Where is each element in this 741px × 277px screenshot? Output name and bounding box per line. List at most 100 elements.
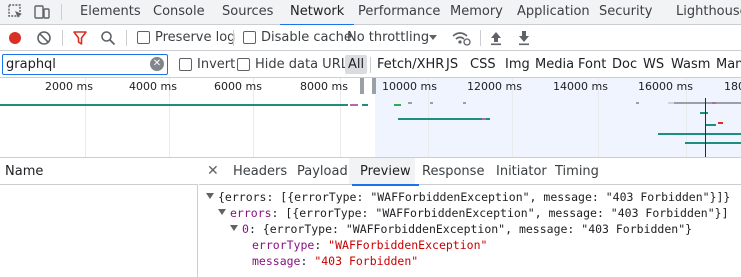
name-column-label: Name [5,164,44,179]
devtools-tab-bar: Elements Console Sources Network Perform… [0,0,741,26]
inspect-element-icon[interactable] [7,3,25,21]
type-filter-media[interactable]: Media [535,55,574,74]
json-value-error-type: "WAFForbiddenException" [328,238,488,252]
disable-cache-checkbox[interactable] [243,31,256,44]
expand-triangle-icon[interactable] [206,193,214,199]
type-filter-font[interactable]: Font [578,55,606,74]
tab-memory[interactable]: Memory [450,0,503,25]
tick-label: 10000 ms [382,80,437,93]
request-bar [718,122,723,124]
json-message-row: message: "403 Forbidden" [252,254,419,268]
tick-label: 2000 ms [45,80,93,93]
tab-initiator[interactable]: Initiator [496,164,547,179]
type-filter-ws[interactable]: WS [643,55,664,74]
tab-network[interactable]: Network [279,0,355,26]
preserve-log-checkbox[interactable] [137,31,150,44]
disable-cache-label[interactable]: Disable cache [261,30,352,45]
request-bar [362,104,368,106]
overview-range-handle[interactable] [360,78,364,94]
details-tab-bar: ✕ Headers Payload Preview Response Initi… [199,158,741,186]
tab-application[interactable]: Application [517,0,590,25]
import-har-icon[interactable] [489,30,503,46]
tab-bar-separator [61,4,62,20]
request-bar [486,118,490,120]
expand-triangle-icon[interactable] [230,225,238,231]
tab-headers[interactable]: Headers [233,164,287,179]
request-bar [430,102,433,104]
tab-performance[interactable]: Performance [358,0,440,25]
tick-label: 1800 [724,80,741,93]
tab-payload[interactable]: Payload [297,164,348,179]
throttling-select[interactable]: No throttling [347,30,429,45]
tab-console[interactable]: Console [153,0,205,25]
type-filter-img[interactable]: Img [505,55,530,74]
network-toolbar: Preserve log Disable cache No throttling [0,25,741,51]
toolbar-separator [62,30,63,46]
request-bar [700,112,708,114]
overview-range-handle[interactable] [372,78,376,94]
json-value-message: "403 Forbidden" [314,254,419,268]
request-bar [408,102,412,104]
hide-data-urls-checkbox[interactable] [237,58,250,71]
tab-timing[interactable]: Timing [555,164,599,179]
request-details: ✕ Headers Payload Preview Response Initi… [199,158,741,277]
request-bar [706,124,716,126]
request-bar [674,102,741,104]
json-item-row[interactable]: 0: {errorType: "WAFForbiddenException", … [230,221,692,237]
clear-icon[interactable] [36,30,52,46]
device-toolbar-icon[interactable] [33,3,51,21]
network-overview[interactable]: 2000 ms 4000 ms 6000 ms 8000 ms 10000 ms… [0,78,741,158]
tab-sources[interactable]: Sources [222,0,273,25]
json-root-row[interactable]: {errors: [{errorType: "WAFForbiddenExcep… [206,189,730,205]
tick-label: 6000 ms [214,80,262,93]
type-filter-doc[interactable]: Doc [612,55,637,74]
request-list: Name [0,158,198,277]
filter-bar: ✕ Invert Hide data URLs All Fetch/XHR JS… [0,51,741,78]
request-bar [463,102,466,104]
close-details-icon[interactable]: ✕ [207,163,219,179]
name-column-header[interactable]: Name [0,158,198,185]
json-root-summary: {errors: [{errorType: "WAFForbiddenExcep… [218,190,731,204]
request-bar [0,104,348,106]
type-filter-fetch-xhr[interactable]: Fetch/XHR [377,55,444,74]
request-bar [398,118,482,120]
type-filter-js[interactable]: JS [446,55,458,74]
tab-lighthouse[interactable]: Lighthouse [676,0,741,25]
network-conditions-icon[interactable] [451,29,471,47]
tab-elements[interactable]: Elements [80,0,141,25]
filter-input[interactable] [6,56,146,73]
overview-marker-line [705,98,706,157]
invert-checkbox[interactable] [179,58,192,71]
tab-response[interactable]: Response [422,164,484,179]
tick-label: 4000 ms [129,80,177,93]
filter-separator [370,57,371,73]
json-item-summary: : {errorType: "WAFForbiddenException", m… [248,222,693,236]
toolbar-separator [126,30,127,46]
request-bar [636,102,639,104]
toolbar-separator [480,30,481,46]
filter-input-box: ✕ [2,54,168,75]
clear-filter-icon[interactable]: ✕ [150,57,164,71]
filter-icon[interactable] [72,30,88,46]
json-error-type-row: errorType: "WAFForbiddenException" [252,238,488,252]
tick-label: 8000 ms [300,80,348,93]
hide-data-urls-label[interactable]: Hide data URLs [255,57,355,72]
request-bar [394,104,401,106]
record-icon[interactable] [7,30,23,46]
type-filter-manifest[interactable]: Mani [716,55,741,74]
search-icon[interactable] [100,30,116,46]
type-filter-css[interactable]: CSS [470,55,496,74]
type-filter-all[interactable]: All [345,55,368,74]
preserve-log-label[interactable]: Preserve log [155,30,235,45]
export-har-icon[interactable] [517,30,531,46]
invert-label[interactable]: Invert [197,57,235,72]
tab-preview[interactable]: Preview [352,164,419,186]
json-errors-summary: : [{errorType: "WAFForbiddenException", … [271,206,729,220]
type-filter-wasm[interactable]: Wasm [671,55,710,74]
json-key-message: message [252,254,301,268]
chevron-down-icon[interactable] [428,34,438,42]
expand-triangle-icon[interactable] [218,209,226,215]
tab-security[interactable]: Security [599,0,652,25]
json-errors-row[interactable]: errors: [{errorType: "WAFForbiddenExcept… [218,205,729,221]
request-bar [685,142,741,144]
